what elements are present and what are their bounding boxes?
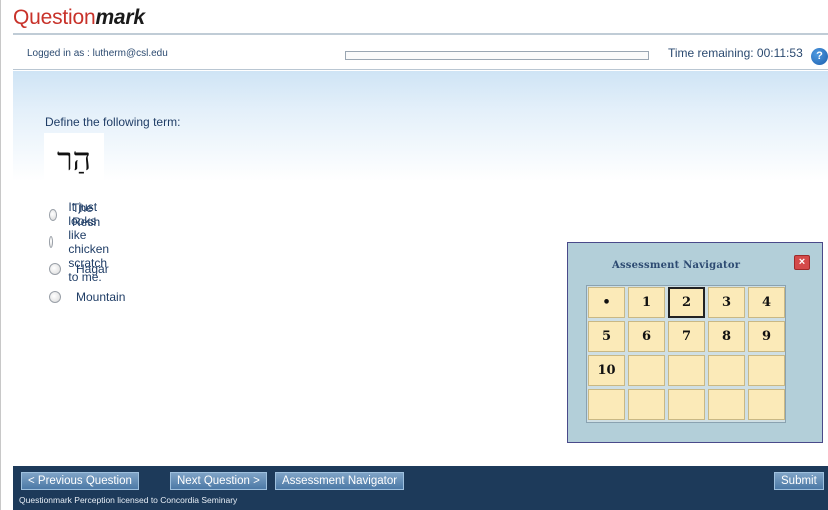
- next-question-button[interactable]: Next Question >: [170, 472, 267, 490]
- navigator-cell-empty: [708, 355, 745, 386]
- previous-question-button[interactable]: < Previous Question: [21, 472, 139, 490]
- question-prompt: Define the following term:: [45, 115, 181, 129]
- quiz-window: Questionmark Logged in as : lutherm@csl.…: [0, 0, 828, 510]
- navigator-cell[interactable]: 9: [748, 321, 785, 352]
- radio-button[interactable]: [49, 209, 58, 221]
- questionmark-logo: Questionmark: [13, 3, 145, 33]
- help-icon[interactable]: ?: [811, 48, 828, 65]
- radio-button[interactable]: [49, 291, 61, 303]
- term-image: הַר: [44, 133, 104, 187]
- navigator-cell[interactable]: 6: [628, 321, 665, 352]
- navigator-grid: • 1 2 3 4 5 6 7 8 9 10: [586, 285, 786, 423]
- navigator-cell[interactable]: 5: [588, 321, 625, 352]
- choice-option[interactable]: Hagar: [49, 260, 109, 278]
- navigator-cell-empty: [748, 389, 785, 420]
- hebrew-term: הַר: [56, 140, 92, 178]
- close-icon[interactable]: ×: [794, 255, 810, 270]
- navigator-cell-empty: [748, 355, 785, 386]
- license-text: Questionmark Perception licensed to Conc…: [19, 495, 238, 505]
- assessment-navigator-panel[interactable]: Assessment Navigator × • 1 2 3 4 5 6 7 8 9 10: [567, 242, 823, 443]
- submit-button[interactable]: Submit: [774, 472, 824, 490]
- logo-mark-text: mark: [95, 6, 145, 29]
- navigator-cell[interactable]: 3: [708, 287, 745, 318]
- choice-option[interactable]: It just looks like chicken scratch to me…: [49, 200, 117, 284]
- navigator-cell-empty: [628, 355, 665, 386]
- footer-bar: < Previous Question Next Question > Asse…: [13, 466, 828, 510]
- radio-button[interactable]: [49, 236, 54, 248]
- navigator-title: Assessment Navigator: [612, 260, 741, 271]
- status-bar: Logged in as : lutherm@csl.edu Time rema…: [13, 36, 828, 70]
- navigator-cell[interactable]: 4: [748, 287, 785, 318]
- logged-in-text: Logged in as : lutherm@csl.edu: [27, 48, 168, 59]
- navigator-cell[interactable]: 8: [708, 321, 745, 352]
- navigator-cell[interactable]: •: [588, 287, 625, 318]
- navigator-cell-empty: [668, 355, 705, 386]
- radio-button[interactable]: [49, 263, 61, 275]
- header: Questionmark: [13, 3, 145, 33]
- logo-text: Question: [13, 6, 96, 29]
- navigator-cell[interactable]: 10: [588, 355, 625, 386]
- navigator-cell-empty: [628, 389, 665, 420]
- choice-option[interactable]: Mountain: [49, 288, 125, 306]
- navigator-cell[interactable]: 2: [668, 287, 705, 318]
- navigator-cell[interactable]: 1: [628, 287, 665, 318]
- header-divider: [13, 33, 828, 35]
- choice-label[interactable]: Mountain: [76, 290, 125, 304]
- progress-bar: [345, 51, 649, 60]
- assessment-navigator-button[interactable]: Assessment Navigator: [275, 472, 405, 490]
- navigator-cell-empty: [708, 389, 745, 420]
- navigator-cell[interactable]: 7: [668, 321, 705, 352]
- navigator-cell-empty: [668, 389, 705, 420]
- navigator-cell-empty: [588, 389, 625, 420]
- choice-label[interactable]: Hagar: [76, 262, 109, 276]
- time-remaining: Time remaining: 00:11:53: [668, 46, 803, 60]
